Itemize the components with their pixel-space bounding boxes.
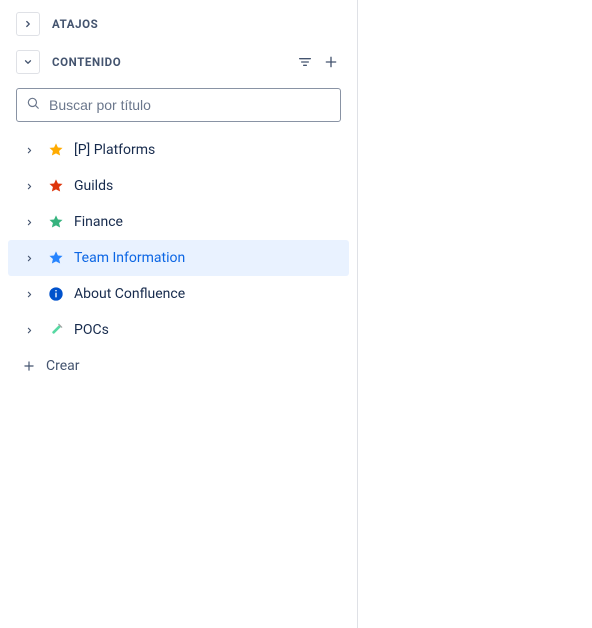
info-icon — [46, 284, 66, 304]
star-icon — [46, 140, 66, 160]
create-label: Crear — [46, 358, 80, 374]
plus-icon — [323, 54, 339, 70]
chevron-right-icon — [25, 146, 34, 155]
tree-item-team-information[interactable]: Team Information — [8, 240, 349, 276]
chevron-down-icon — [23, 57, 33, 67]
chevron-right-icon — [25, 290, 34, 299]
chevron-right-icon — [23, 19, 33, 29]
tree-item-pocs[interactable]: POCs — [8, 312, 349, 348]
filter-button[interactable] — [293, 50, 317, 74]
contenido-expand-button[interactable] — [16, 50, 40, 74]
expand-platforms[interactable] — [20, 141, 38, 159]
search-wrap — [16, 88, 341, 122]
tree-item-label: POCs — [74, 322, 109, 338]
chevron-right-icon — [25, 326, 34, 335]
plus-icon — [22, 359, 36, 373]
tree-item-guilds[interactable]: Guilds — [8, 168, 349, 204]
tree-item-platforms[interactable]: [P] Platforms — [8, 132, 349, 168]
tree-item-label: Guilds — [74, 178, 113, 194]
expand-team-information[interactable] — [20, 249, 38, 267]
sidebar: ATAJOS CONTENIDO — [0, 0, 358, 628]
atajos-expand-button[interactable] — [16, 12, 40, 36]
section-contenido-header: CONTENIDO — [8, 46, 349, 78]
star-icon — [46, 176, 66, 196]
tree-item-about-confluence[interactable]: About Confluence — [8, 276, 349, 312]
star-icon — [46, 248, 66, 268]
chevron-right-icon — [25, 218, 34, 227]
filter-icon — [297, 54, 313, 70]
chevron-right-icon — [25, 254, 34, 263]
chevron-right-icon — [25, 182, 34, 191]
test-tube-icon — [46, 320, 66, 340]
main-content-area — [358, 0, 592, 628]
search-input[interactable] — [16, 88, 341, 122]
add-content-button[interactable] — [319, 50, 343, 74]
expand-pocs[interactable] — [20, 321, 38, 339]
page-tree: [P] Platforms Guilds Finance — [8, 132, 349, 384]
expand-about-confluence[interactable] — [20, 285, 38, 303]
section-atajos-header: ATAJOS — [8, 8, 349, 40]
star-icon — [46, 212, 66, 232]
contenido-label: CONTENIDO — [52, 55, 121, 69]
tree-item-label: About Confluence — [74, 286, 185, 302]
expand-guilds[interactable] — [20, 177, 38, 195]
tree-item-label: Team Information — [74, 250, 185, 266]
atajos-label: ATAJOS — [52, 17, 98, 31]
tree-item-label: Finance — [74, 214, 123, 230]
expand-finance[interactable] — [20, 213, 38, 231]
tree-item-finance[interactable]: Finance — [8, 204, 349, 240]
create-page-row[interactable]: Crear — [8, 348, 349, 384]
tree-item-label: [P] Platforms — [74, 142, 155, 158]
